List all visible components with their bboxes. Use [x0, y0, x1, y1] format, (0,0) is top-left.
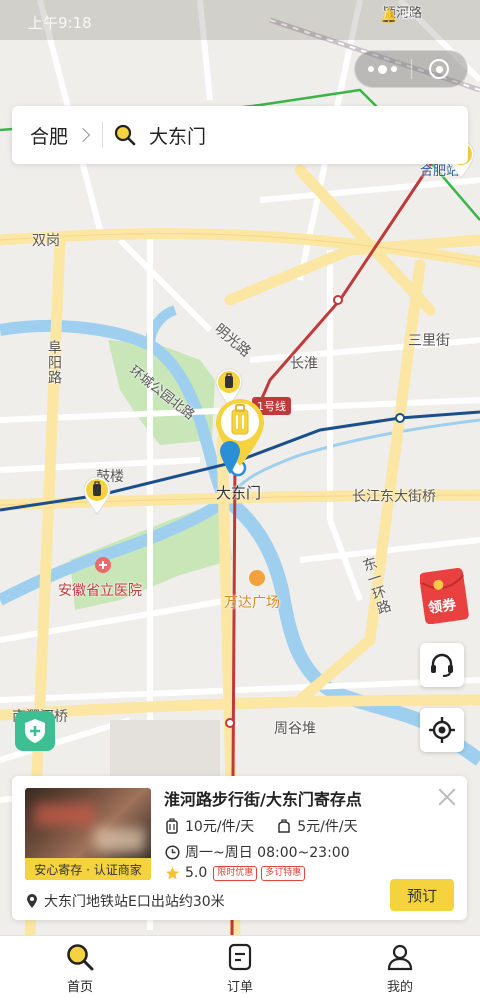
map-label-provincial-hospital: 安徽省立医院 — [58, 583, 142, 599]
star-icon — [164, 865, 180, 881]
search-input[interactable]: 大东门 — [149, 106, 468, 164]
price-row: 10元/件/天 5元/件/天 — [164, 816, 358, 836]
tab-profile-label: 我的 — [386, 980, 413, 995]
map-label-shuanggang: 双岗 — [32, 233, 60, 249]
price-large: 10元/件/天 — [185, 819, 255, 835]
address-row: 大东门地铁站E口出站约30米 — [26, 891, 225, 911]
store-title: 淮河路步行街/大东门寄存点 — [164, 790, 362, 809]
storage-pin-gulou[interactable] — [82, 476, 112, 516]
person-icon — [387, 944, 413, 971]
order-icon — [228, 943, 252, 971]
city-label: 合肥 — [30, 125, 69, 148]
suitcase-icon — [164, 818, 180, 834]
chevron-right-icon — [75, 127, 91, 143]
coupon-label: 领券 — [427, 597, 458, 617]
map-label-dadongmen: 大东门 — [216, 484, 262, 502]
status-icons: 🔔 ✉ — [380, 8, 414, 24]
crosshair-icon — [429, 717, 455, 743]
target-circle-icon[interactable] — [411, 51, 467, 87]
store-thumbnail: 安心寄存 · 认证商家 — [25, 788, 151, 880]
promo-tag: 限时优惠 — [213, 865, 258, 881]
city-selector[interactable]: 合肥 — [12, 122, 91, 149]
map-label-sanli-st: 三里街 — [408, 333, 450, 349]
customer-service-button[interactable] — [420, 643, 464, 687]
business-hours: 周一~周日 08:00~23:00 — [185, 845, 350, 861]
location-pin-icon — [27, 894, 37, 908]
miniprogram-capsule — [354, 50, 468, 88]
rating-row: 5.0 限时优惠 多订特惠 — [164, 865, 306, 881]
hours-row: 周一~周日 08:00~23:00 — [164, 842, 350, 862]
book-button[interactable]: 预订 — [390, 879, 454, 911]
tab-orders[interactable]: 订单 — [160, 936, 320, 999]
tab-home[interactable]: 首页 — [0, 936, 160, 999]
price-small: 5元/件/天 — [297, 819, 358, 835]
search-bar: 合肥 大东门 — [12, 106, 468, 164]
certified-badge: 安心寄存 · 认证商家 — [25, 858, 151, 880]
user-location-icon — [220, 441, 240, 474]
more-dots-icon[interactable] — [355, 51, 411, 87]
promo-tag: 多订特惠 — [261, 865, 306, 881]
bag-icon — [276, 818, 292, 834]
headset-icon — [431, 653, 453, 677]
shield-plus-icon — [25, 719, 45, 743]
close-icon[interactable] — [436, 786, 458, 808]
map-label-zhouguzui: 周谷堆 — [274, 721, 316, 737]
map-label-changhuai: 长淮 — [290, 356, 318, 372]
map-label-changjiang-bridge: 长江东大街桥 — [352, 489, 436, 505]
coupon-button[interactable]: 领券 — [419, 566, 470, 625]
tab-profile[interactable]: 我的 — [320, 936, 480, 999]
store-card[interactable]: 安心寄存 · 认证商家 淮河路步行街/大东门寄存点 10元/件/天 5元/件/天… — [12, 776, 467, 920]
tab-bar: 首页 订单 我的 — [0, 935, 480, 999]
search-icon — [114, 124, 136, 146]
search-divider — [102, 122, 104, 148]
map-label-wanda: 万达广场 — [224, 595, 280, 611]
status-time: 上午9:18 — [28, 14, 92, 32]
tab-orders-label: 订单 — [226, 980, 253, 995]
map-label-fuyang-rd: 阜阳路 — [46, 340, 62, 385]
search-icon — [67, 944, 94, 971]
insurance-button[interactable] — [15, 711, 55, 751]
rating-value: 5.0 — [185, 865, 208, 881]
locate-button[interactable] — [420, 708, 464, 752]
clock-icon — [164, 844, 180, 860]
store-address: 大东门地铁站E口出站约30米 — [44, 894, 225, 910]
tab-home-label: 首页 — [66, 980, 93, 995]
